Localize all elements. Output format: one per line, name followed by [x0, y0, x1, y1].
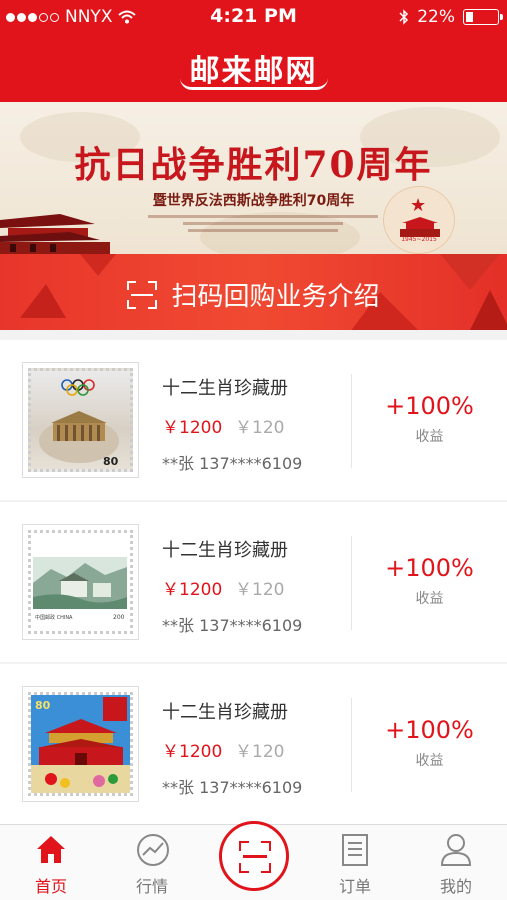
stamp-thumbnail: 80 [22, 686, 139, 802]
emblem-years: 1945~2015 [401, 236, 437, 243]
user-icon [440, 834, 472, 866]
scan-button[interactable] [219, 821, 289, 891]
scan-icon [127, 280, 158, 309]
home-icon [37, 836, 65, 863]
gain-percent: +100% [385, 392, 474, 420]
svg-text:80: 80 [103, 455, 119, 468]
tab-label: 我的 [439, 877, 472, 896]
logo-swoosh [180, 78, 328, 90]
tab-profile[interactable]: 我的 [411, 825, 501, 900]
product-old-price: ￥120 [235, 418, 285, 438]
scan-intro-bar[interactable]: 扫码回购业务介绍 [0, 254, 507, 330]
svg-text:80: 80 [35, 699, 51, 712]
chart-icon [137, 834, 169, 866]
gain-label: 收益 [415, 591, 444, 607]
svg-text:中国邮政 CHINA: 中国邮政 CHINA [35, 614, 73, 621]
tab-label: 订单 [338, 877, 371, 896]
product-name: 十二生肖珍藏册 [162, 540, 288, 561]
product-name: 十二生肖珍藏册 [162, 702, 288, 723]
tiananmen-stamp-image: 80 [31, 695, 130, 793]
seller-info: **张 137****6109 [162, 454, 303, 473]
stamp-thumbnail: 80 [22, 362, 139, 478]
divider [351, 536, 352, 630]
scan-intro-label: 扫码回购业务介绍 [171, 282, 380, 312]
banner-title: 抗日战争胜利70周年 [74, 144, 433, 186]
order-icon [342, 834, 368, 866]
bottom-tab-bar: 首页 行情 订单 我的 [0, 821, 507, 900]
bluetooth-icon [399, 9, 409, 25]
product-old-price: ￥120 [235, 580, 285, 600]
promo-banner[interactable]: 抗日战争胜利70周年 暨世界反法西斯战争胜利70周年 ★ 1945~2015 [0, 102, 507, 254]
gain-percent: +100% [385, 716, 474, 744]
seller-info: **张 137****6109 [162, 778, 303, 797]
banner-fine-print-1 [148, 212, 378, 232]
product-name: 十二生肖珍藏册 [162, 378, 288, 399]
tab-home[interactable]: 首页 [6, 825, 96, 900]
svg-text:200: 200 [113, 614, 125, 621]
battery-percent: 22% [417, 7, 455, 27]
divider [351, 374, 352, 468]
commemorative-emblem: ★ 1945~2015 [383, 186, 455, 254]
product-price: ￥1200 [162, 742, 223, 762]
tab-market[interactable]: 行情 [107, 825, 197, 900]
tab-label: 行情 [135, 877, 168, 896]
tab-orders[interactable]: 订单 [310, 825, 400, 900]
scan-icon [239, 841, 271, 873]
battery-icon [463, 9, 503, 25]
tab-label: 首页 [34, 877, 67, 896]
gain-percent: +100% [385, 554, 474, 582]
list-item[interactable]: 中国邮政 CHINA 200 十二生肖珍藏册 ￥1200 ￥120 **张 13… [0, 502, 507, 662]
seller-info: **张 137****6109 [162, 616, 303, 635]
gain-label: 收益 [415, 429, 444, 445]
gain-label: 收益 [415, 753, 444, 769]
list-item[interactable]: 80 十二生肖珍藏册 ￥1200 ￥120 **张 137****6109 +1… [0, 340, 507, 500]
product-price: ￥1200 [162, 580, 223, 600]
status-bar: NNYX 4:21 PM 22% [0, 4, 507, 30]
divider [351, 698, 352, 792]
landscape-stamp-image: 中国邮政 CHINA 200 [33, 557, 127, 621]
app-header: NNYX 4:21 PM 22% 邮来邮网 [0, 0, 507, 102]
product-price: ￥1200 [162, 418, 223, 438]
stamp-thumbnail: 中国邮政 CHINA 200 [22, 524, 139, 640]
list-item[interactable]: 80 十二生肖珍藏册 ￥1200 ￥120 **张 137****6109 +1… [0, 664, 507, 824]
product-old-price: ￥120 [235, 742, 285, 762]
olympic-stamp-image: 80 [39, 379, 119, 468]
